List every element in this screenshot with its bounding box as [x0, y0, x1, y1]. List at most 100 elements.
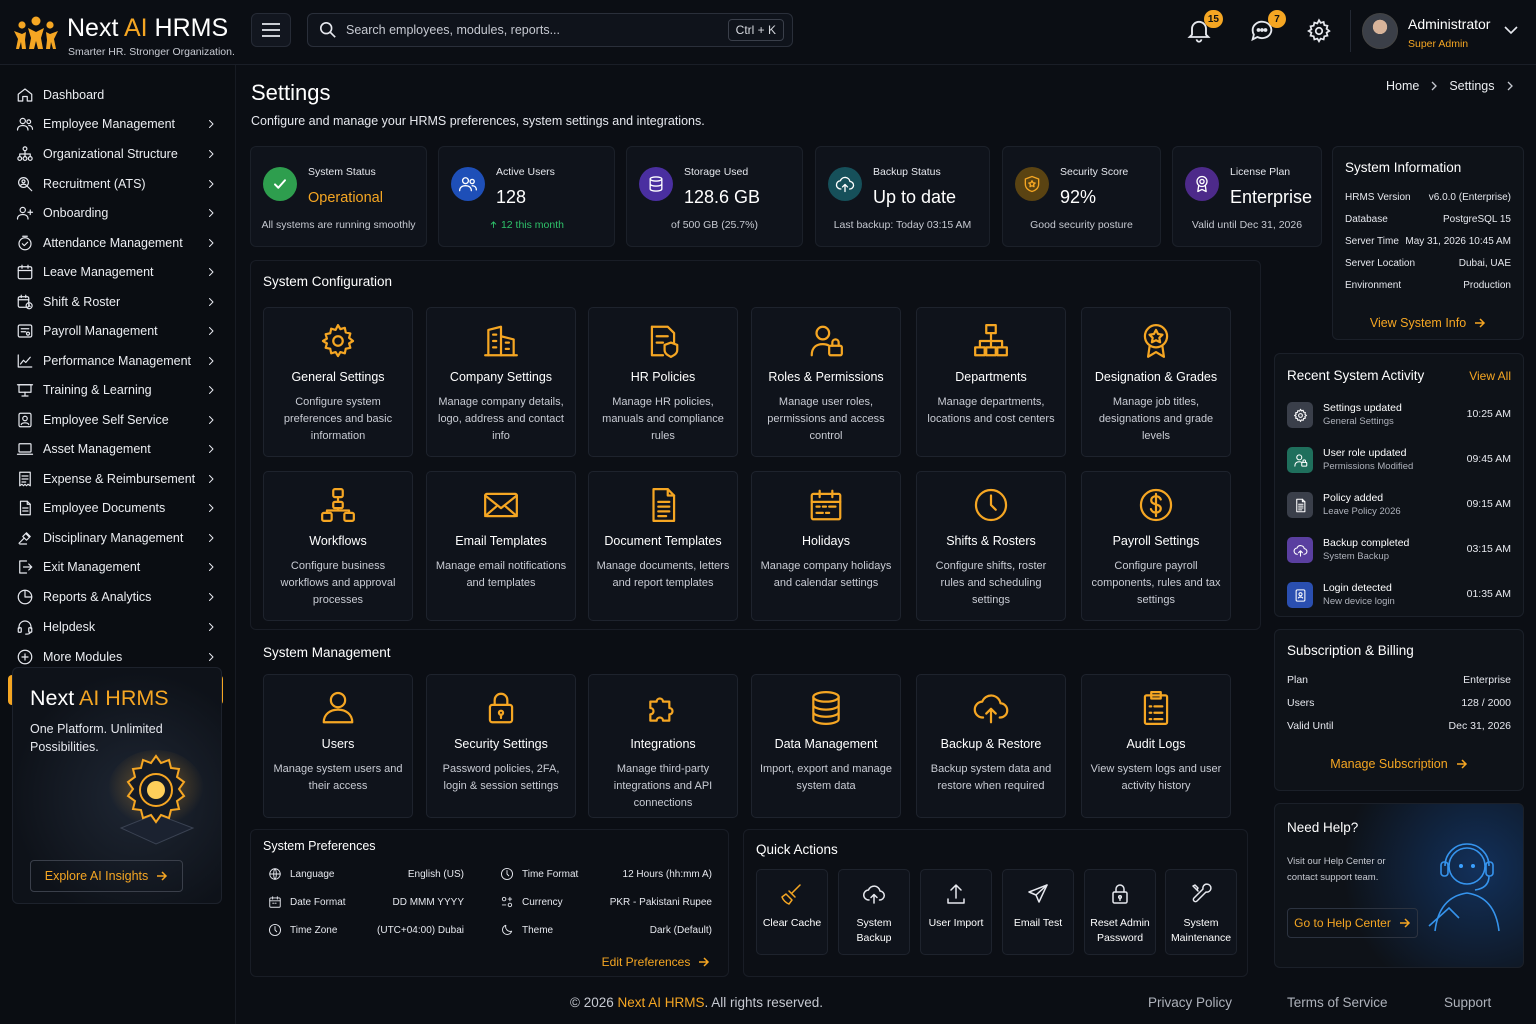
footer-support-link[interactable]: Support — [1444, 995, 1491, 1010]
tile-general-settings[interactable]: General Settings Configure system prefere… — [263, 307, 413, 457]
activity-item[interactable]: Backup completed System Backup 03:15 AM — [1287, 534, 1511, 570]
quick-action-clear-cache[interactable]: Clear Cache — [756, 869, 828, 955]
quick-action-email-test[interactable]: Email Test — [1002, 869, 1074, 955]
avatar[interactable] — [1362, 13, 1398, 49]
sidebar-item-label: Onboarding — [43, 206, 109, 220]
sidebar-item-organizational-structure[interactable]: Organizational Structure — [8, 140, 223, 168]
award-icon — [1185, 167, 1219, 201]
sidebar-item-label: Asset Management — [43, 442, 151, 456]
sidebar-item-recruitment-ats[interactable]: Recruitment (ATS) — [8, 170, 223, 198]
view-system-info-link[interactable]: View System Info — [1333, 316, 1523, 330]
tile-company-settings[interactable]: Company Settings Manage company details, … — [426, 307, 576, 457]
tile-description: Manage system users and their access — [273, 763, 403, 792]
tile-security-settings[interactable]: Security Settings Password policies, 2FA,… — [426, 674, 576, 818]
footer-terms-link[interactable]: Terms of Service — [1287, 995, 1388, 1010]
tile-data-management[interactable]: Data Management Import, export and manage… — [751, 674, 901, 818]
sidebar-item-disciplinary-management[interactable]: Disciplinary Management — [8, 524, 223, 552]
quick-action-reset-admin-password[interactable]: Reset Admin Password — [1084, 869, 1156, 955]
sidebar-item-label: Dashboard — [43, 88, 105, 102]
tile-document-templates[interactable]: Document Templates Manage documents, lett… — [588, 471, 738, 621]
stat-footer: Last backup: Today 03:15 AM — [833, 219, 972, 231]
tile-description: Manage documents, letters and report tem… — [596, 560, 730, 589]
messages-button[interactable]: 7 — [1248, 10, 1286, 44]
tile-roles-and-permissions[interactable]: Roles & Permissions Manage user roles, pe… — [751, 307, 901, 457]
sidebar-item-helpdesk[interactable]: Helpdesk — [8, 613, 223, 641]
sidebar-item-onboarding[interactable]: Onboarding — [8, 199, 223, 227]
tile-holidays[interactable]: Holidays Manage company holidays and cale… — [751, 471, 901, 621]
stat-label: Storage Used — [684, 166, 749, 178]
tile-backup-and-restore[interactable]: Backup & Restore Backup system data and r… — [916, 674, 1066, 818]
headset-icon — [16, 618, 34, 636]
badge-star-icon — [1137, 322, 1175, 360]
quick-action-system-maintenance[interactable]: System Maintenance — [1165, 869, 1237, 955]
activity-item[interactable]: Login detected New device login 01:35 AM — [1287, 579, 1511, 615]
search-icon — [319, 21, 336, 38]
pref-currency[interactable]: Currency PKR - Pakistani Rupee — [500, 892, 712, 912]
tile-audit-logs[interactable]: Audit Logs View system logs and user acti… — [1081, 674, 1231, 818]
manage-subscription-link[interactable]: Manage Subscription — [1275, 757, 1523, 771]
pref-theme[interactable]: Theme Dark (Default) — [500, 920, 712, 940]
activity-item[interactable]: Settings updated General Settings 10:25 AM — [1287, 399, 1511, 435]
sidebar-item-payroll-management[interactable]: Payroll Management — [8, 317, 223, 345]
edit-preferences-link[interactable]: Edit Preferences — [600, 955, 712, 969]
sidebar-item-exit-management[interactable]: Exit Management — [8, 553, 223, 581]
pref-time-format[interactable]: Time Format 12 Hours (hh:mm A) — [500, 864, 712, 884]
explore-ai-insights-button[interactable]: Explore AI Insights — [30, 860, 183, 892]
tile-email-templates[interactable]: Email Templates Manage email notification… — [426, 471, 576, 621]
tile-departments[interactable]: Departments Manage departments, locations… — [916, 307, 1066, 457]
sidebar-item-employee-management[interactable]: Employee Management — [8, 110, 223, 138]
sysinfo-row-server-location: Server Location Dubai, UAE — [1345, 258, 1511, 269]
tile-payroll-settings[interactable]: Payroll Settings Configure payroll compon… — [1081, 471, 1231, 621]
search-input[interactable] — [346, 23, 728, 37]
stat-value: 128.6 GB — [684, 187, 761, 207]
arrow-right-icon — [1399, 918, 1410, 928]
brand-name: Next AI HRMS — [67, 14, 229, 42]
help-title: Need Help? — [1287, 820, 1359, 835]
user-name[interactable]: Administrator — [1408, 16, 1490, 32]
stat-footer: Good security posture — [1030, 219, 1133, 231]
sidebar-item-asset-management[interactable]: Asset Management — [8, 435, 223, 463]
global-search[interactable]: Ctrl + K — [307, 13, 793, 47]
tile-users[interactable]: Users Manage system users and their acces… — [263, 674, 413, 818]
sidebar-item-shift-and-roster[interactable]: Shift & Roster — [8, 288, 223, 316]
footer-privacy-link[interactable]: Privacy Policy — [1148, 995, 1232, 1010]
brand-logo[interactable]: Next AI HRMS Smarter HR. Stronger Organi… — [10, 12, 235, 62]
activity-item[interactable]: Policy added Leave Policy 2026 09:15 AM — [1287, 489, 1511, 525]
header-settings-button[interactable] — [1306, 18, 1332, 44]
sidebar-item-performance-management[interactable]: Performance Management — [8, 347, 223, 375]
sidebar-item-leave-management[interactable]: Leave Management — [8, 258, 223, 286]
sidebar-item-training-and-learning[interactable]: Training & Learning — [8, 376, 223, 404]
help-text: Visit our Help Center or contact support… — [1287, 856, 1386, 883]
notifications-button[interactable]: 15 — [1185, 10, 1223, 44]
tile-shifts-and-rosters[interactable]: Shifts & Rosters Configure shifts, roster… — [916, 471, 1066, 621]
system-preferences-title: System Preferences — [263, 839, 376, 853]
tile-hr-policies[interactable]: HR Policies Manage HR policies, manuals a… — [588, 307, 738, 457]
tile-title: Email Templates — [455, 534, 547, 548]
go-to-help-center-button[interactable]: Go to Help Center — [1287, 908, 1418, 938]
chevron-down-icon[interactable] — [1503, 22, 1519, 38]
pref-date-format[interactable]: Date Format DD MMM YYYY — [268, 892, 464, 912]
system-information-title: System Information — [1345, 160, 1462, 175]
header-divider — [1350, 10, 1351, 52]
sidebar-item-expense-and-reimbursement[interactable]: Expense & Reimbursement — [8, 465, 223, 493]
sidebar-item-reports-and-analytics[interactable]: Reports & Analytics — [8, 583, 223, 611]
pref-time-zone[interactable]: Time Zone (UTC+04:00) Dubai — [268, 920, 464, 940]
tile-designation-and-grades[interactable]: Designation & Grades Manage job titles, d… — [1081, 307, 1231, 457]
quick-action-system-backup[interactable]: System Backup — [838, 869, 910, 955]
lock-icon — [482, 689, 520, 727]
home-icon — [16, 86, 34, 104]
sidebar-item-employee-self-service[interactable]: Employee Self Service — [8, 406, 223, 434]
quick-action-user-import[interactable]: User Import — [920, 869, 992, 955]
pref-language[interactable]: Language English (US) — [268, 864, 464, 884]
tile-workflows[interactable]: Workflows Configure business workflows an… — [263, 471, 413, 621]
sidebar-item-attendance-management[interactable]: Attendance Management — [8, 229, 223, 257]
activity-item[interactable]: User role updated Permissions Modified 09:… — [1287, 444, 1511, 480]
sidebar-item-employee-documents[interactable]: Employee Documents — [8, 494, 223, 522]
menu-toggle-button[interactable] — [251, 13, 291, 47]
breadcrumb-home[interactable]: Home — [1386, 79, 1419, 93]
view-all-link[interactable]: View All — [1469, 369, 1511, 383]
sidebar-item-dashboard[interactable]: Dashboard — [8, 81, 223, 109]
sidebar-item-label: More Modules — [43, 650, 123, 664]
stat-label: Security Score — [1060, 166, 1129, 178]
tile-integrations[interactable]: Integrations Manage third-party integrati… — [588, 674, 738, 818]
